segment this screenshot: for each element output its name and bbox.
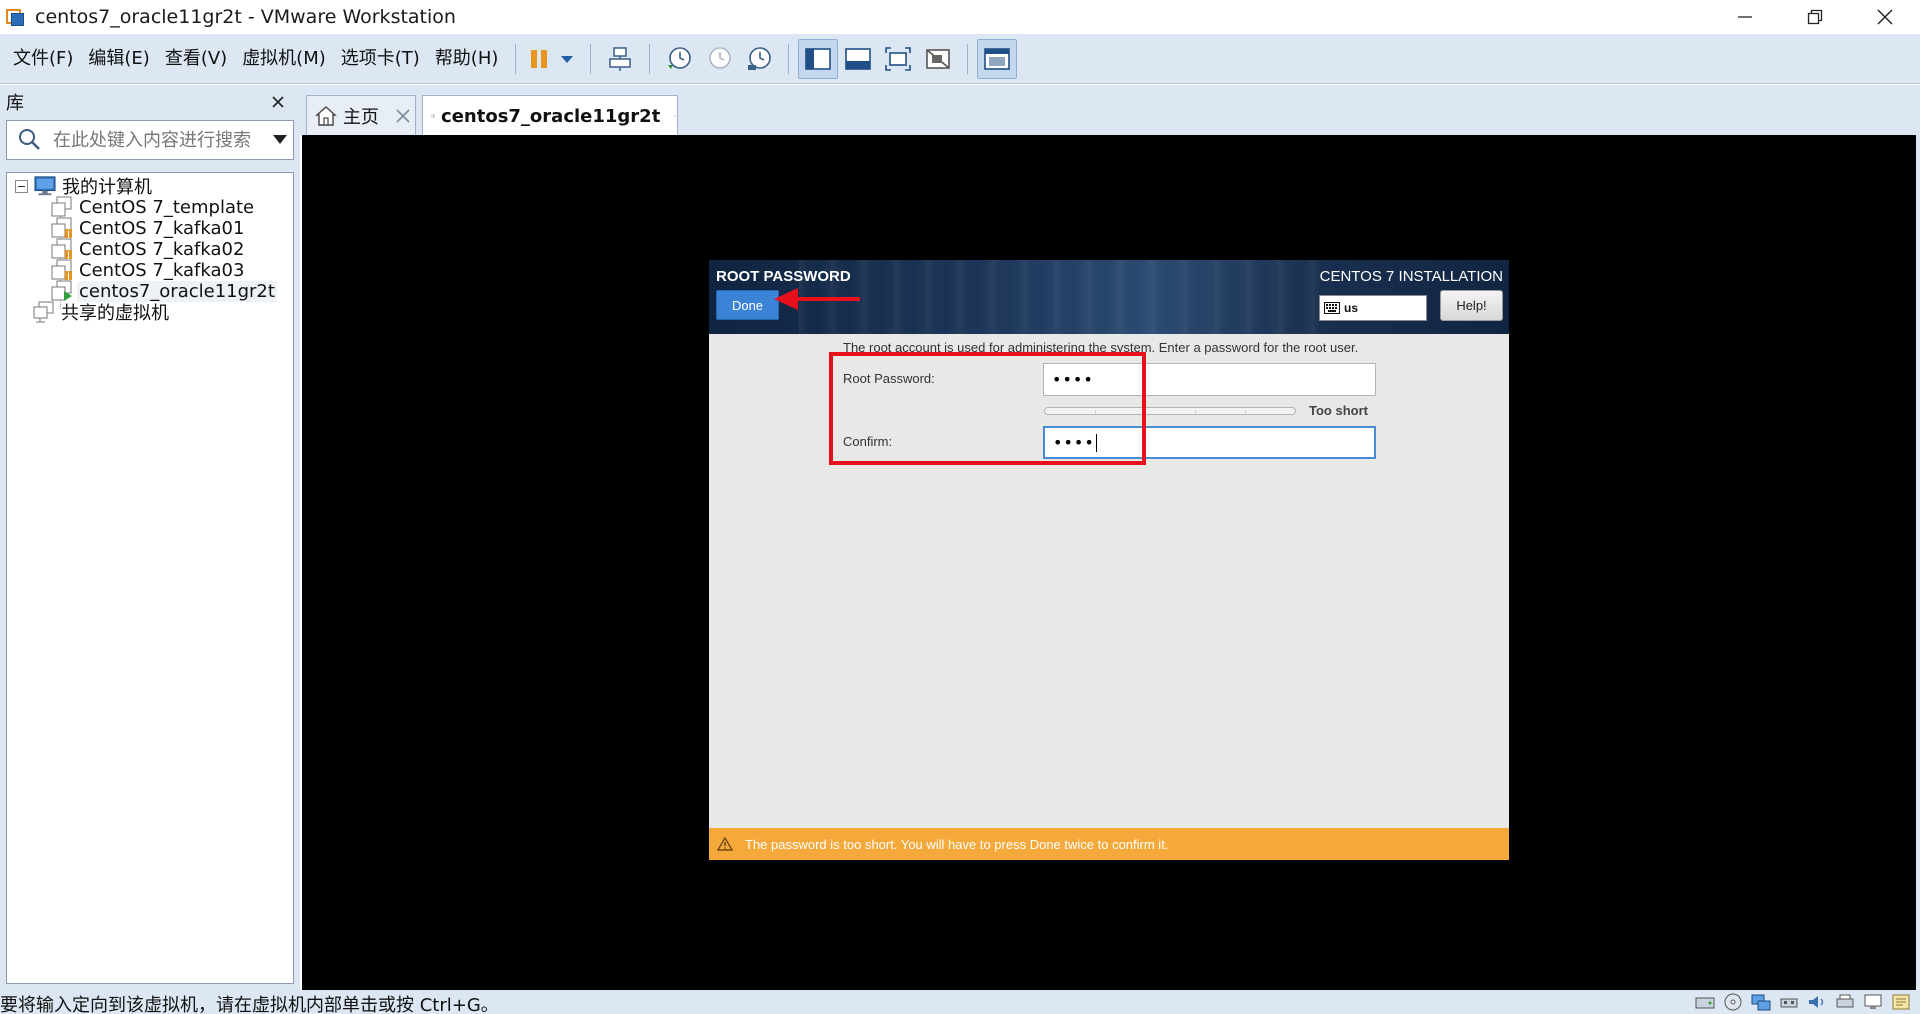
toolbar-separator [515,43,517,74]
vmware-app-icon [6,7,26,27]
library-view-icon [805,47,832,70]
tab-strip: 主页 centos7_oracle11gr2t [300,85,1920,136]
right-edge [1916,85,1920,990]
unity-button[interactable] [918,39,958,79]
cd-dvd-icon[interactable] [1722,992,1744,1012]
show-library-button[interactable] [798,38,839,79]
show-thumbnail-bar-button[interactable] [838,39,878,79]
library-title: 库 [6,93,24,114]
library-tree: 我的计算机 CentOS 7_template CentOS 7_kafka01… [6,172,294,984]
snapshot-manager-button[interactable] [739,39,779,79]
warning-icon [717,837,733,851]
printer-icon[interactable] [1834,992,1856,1012]
toolbar-separator [788,43,790,74]
toolbar-separator [967,43,969,74]
network-keyboard-icon [609,46,632,71]
revert-snapshot-button[interactable] [699,39,739,79]
installer-dialog: ROOT PASSWORD Done CENTOS 7 INSTALLATION… [709,260,1509,860]
installer-warning-text: The password is too short. You will have… [745,836,1169,852]
help-button[interactable]: Help! [1440,290,1503,321]
toolbar-separator [649,43,651,74]
revert-clock-icon [709,46,732,69]
tree-label: 共享的虚拟机 [61,303,169,324]
snapshot-button[interactable] [659,39,699,79]
console-view-button[interactable] [977,38,1018,79]
tab-vm[interactable]: centos7_oracle11gr2t [422,95,678,136]
shared-vms-icon [33,301,54,323]
restore-button[interactable] [1780,0,1850,34]
library-search-box [6,120,294,160]
vmware-workstation-window: centos7_oracle11gr2t - VMware Workstatio… [0,0,1920,1014]
library-header: 库 [0,85,296,119]
password-strength-label: Too short [1309,403,1368,418]
library-search-input[interactable] [53,129,263,151]
menu-vm[interactable]: 虚拟机(M) [235,34,334,84]
status-message: 要将输入定向到该虚拟机，请在虚拟机内部单击或按 Ctrl+G。 [0,995,499,1014]
menu-file[interactable]: 文件(F) [6,34,81,84]
hard-disk-icon[interactable] [1694,992,1716,1012]
power-dropdown-button[interactable] [553,39,581,79]
full-screen-button[interactable] [878,39,918,79]
vm-running-icon [431,114,435,118]
library-close-button[interactable] [268,92,288,112]
window-controls [1710,0,1920,34]
keyboard-icon [1324,302,1340,314]
pause-icon [531,49,548,68]
send-ctrl-alt-del-button[interactable] [600,39,640,79]
tab-home[interactable]: 主页 [306,95,416,135]
menu-view[interactable]: 查看(V) [158,34,235,84]
tab-label: centos7_oracle11gr2t [441,105,661,127]
status-bar: 要将输入定向到该虚拟机，请在虚拟机内部单击或按 Ctrl+G。 [0,990,1920,1014]
thumbnail-view-icon [845,47,872,70]
tab-label: 主页 [343,106,379,128]
close-window-button[interactable] [1850,0,1920,34]
display-icon[interactable] [1862,992,1884,1012]
toolbar-separator [590,43,592,74]
close-icon[interactable] [395,108,411,124]
installer-product-title: CENTOS 7 INSTALLATION [1319,268,1503,285]
menu-edit[interactable]: 编辑(E) [81,34,157,84]
installer-warning-bar: The password is too short. You will have… [709,828,1509,860]
search-dropdown-icon[interactable] [273,135,287,144]
sound-card-icon[interactable] [1806,992,1828,1012]
done-button[interactable]: Done [716,290,779,320]
unity-icon [926,48,951,69]
title-bar: centos7_oracle11gr2t - VMware Workstatio… [0,0,1920,34]
messages-icon[interactable] [1890,992,1912,1012]
menu-tabs[interactable]: 选项卡(T) [334,34,428,84]
window-title: centos7_oracle11gr2t - VMware Workstatio… [35,6,456,28]
minimize-icon [1738,16,1752,18]
chevron-down-icon [561,55,574,63]
annotation-highlight-box [829,352,1146,465]
snapshot-clock-icon [668,46,692,69]
keyboard-layout-indicator[interactable]: us [1319,295,1427,321]
close-icon [1877,9,1893,25]
keyboard-layout-value: us [1344,301,1359,315]
tree-collapse-toggle[interactable] [15,179,28,193]
network-adapter-icon[interactable] [1750,992,1772,1012]
suspend-button[interactable] [525,39,553,79]
home-icon [315,105,337,126]
search-icon [19,129,40,150]
usb-controller-icon[interactable] [1778,992,1800,1012]
full-screen-icon [885,46,912,71]
close-icon [272,96,284,108]
menu-help[interactable]: 帮助(H) [428,34,507,84]
close-icon[interactable] [674,108,677,124]
snapshot-manager-icon [748,46,772,70]
menu-toolbar: 文件(F) 编辑(E) 查看(V) 虚拟机(M) 选项卡(T) 帮助(H) [0,34,1920,84]
minimize-button[interactable] [1710,0,1780,34]
restore-icon [1807,9,1823,25]
device-status-icons [1694,992,1912,1012]
console-view-icon [984,47,1011,70]
installer-section-title: ROOT PASSWORD [716,268,851,285]
tree-item-shared-vms[interactable]: 共享的虚拟机 [33,299,171,325]
annotation-arrow-icon [774,288,860,310]
